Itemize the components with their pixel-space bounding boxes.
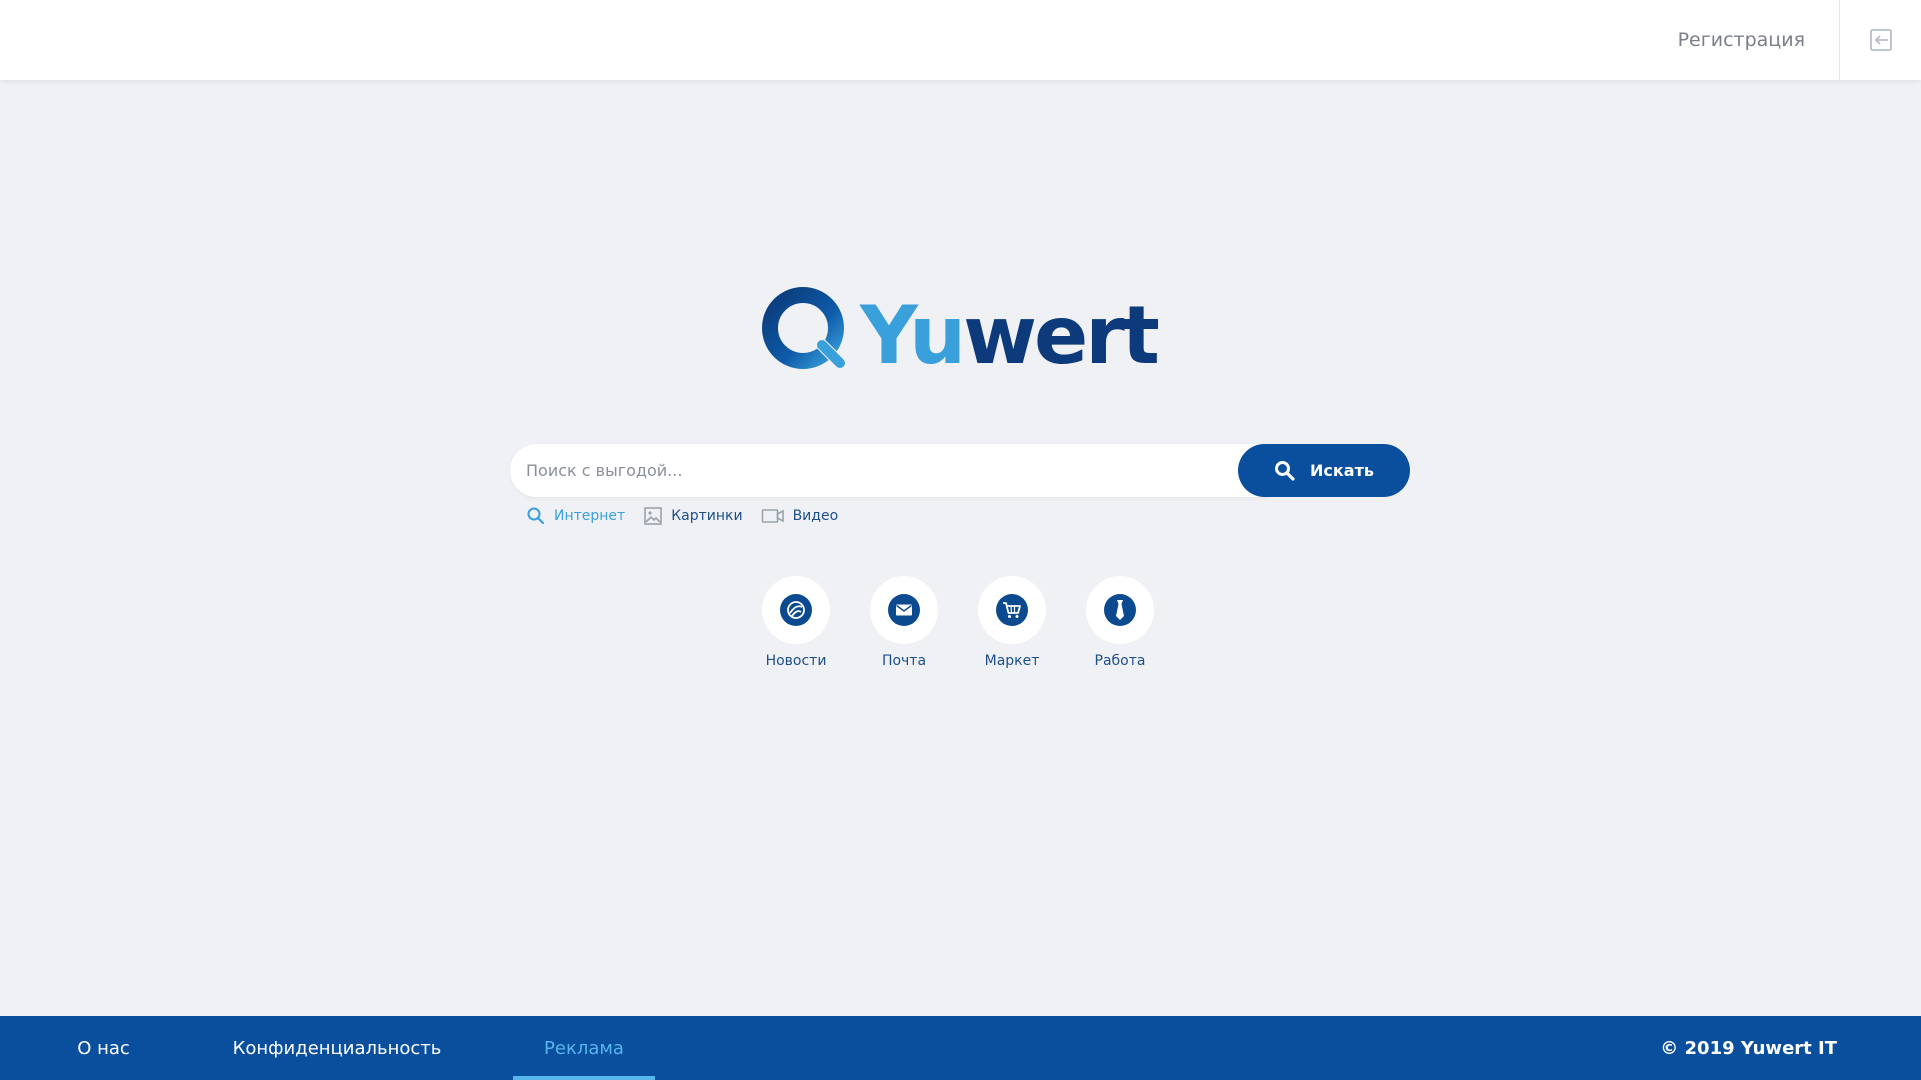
mail-icon xyxy=(896,604,912,616)
top-bar: Регистрация xyxy=(0,0,1921,80)
tab-images-label: Картинки xyxy=(671,508,743,524)
video-icon xyxy=(761,509,784,523)
service-news-label: Новости xyxy=(765,653,827,669)
search-button-label: Искать xyxy=(1310,461,1374,480)
tab-video[interactable]: Видео xyxy=(761,507,839,525)
image-icon xyxy=(644,507,663,525)
service-mail[interactable]: Почта xyxy=(870,576,938,669)
service-jobs-circle xyxy=(1086,576,1154,644)
news-icon xyxy=(787,601,805,619)
search-type-tabs: Интернет Картинки Видео xyxy=(526,505,838,527)
copyright-text: © 2019 Yuwert IT xyxy=(1660,1037,1837,1059)
service-jobs-label: Работа xyxy=(1094,653,1146,669)
tab-images[interactable]: Картинки xyxy=(643,506,743,526)
search-bar: Искать xyxy=(510,444,1410,497)
tie-icon xyxy=(1116,600,1124,620)
service-market[interactable]: Маркет xyxy=(978,576,1046,669)
search-icon xyxy=(527,507,545,525)
service-mail-label: Почта xyxy=(881,653,927,669)
login-arrow-icon xyxy=(1869,29,1892,51)
service-shortcuts: Новости Почта Маркет Работа xyxy=(762,576,1154,669)
service-market-label: Маркет xyxy=(984,653,1040,669)
logo-magnifier-icon xyxy=(762,287,845,369)
tab-internet-label: Интернет xyxy=(554,508,626,524)
service-jobs[interactable]: Работа xyxy=(1086,576,1154,669)
search-button[interactable]: Искать xyxy=(1238,444,1410,497)
service-market-circle xyxy=(978,576,1046,644)
svg-text:Yuwert: Yuwert xyxy=(859,289,1159,375)
footer-nav: О нас Конфиденциальность Реклама xyxy=(0,1016,655,1080)
logo-text-wert: wert xyxy=(963,289,1159,375)
login-button[interactable] xyxy=(1839,0,1921,80)
footer: О нас Конфиденциальность Реклама © 2019 … xyxy=(0,1016,1921,1080)
search-input[interactable] xyxy=(510,444,1270,497)
footer-link-privacy[interactable]: Конфиденциальность xyxy=(207,1016,467,1080)
cart-icon xyxy=(1003,602,1021,618)
logo-text-yu: Yu xyxy=(859,289,963,375)
service-news[interactable]: Новости xyxy=(762,576,830,669)
register-link[interactable]: Регистрация xyxy=(1678,0,1805,80)
service-mail-circle xyxy=(870,576,938,644)
tab-internet[interactable]: Интернет xyxy=(526,506,625,526)
tab-video-label: Видео xyxy=(792,508,839,524)
footer-link-ads[interactable]: Реклама xyxy=(513,1016,655,1080)
search-icon xyxy=(1275,460,1295,481)
service-news-circle xyxy=(762,576,830,644)
yuwert-logo[interactable]: Yuwert xyxy=(760,285,1162,382)
footer-link-about[interactable]: О нас xyxy=(0,1016,207,1080)
